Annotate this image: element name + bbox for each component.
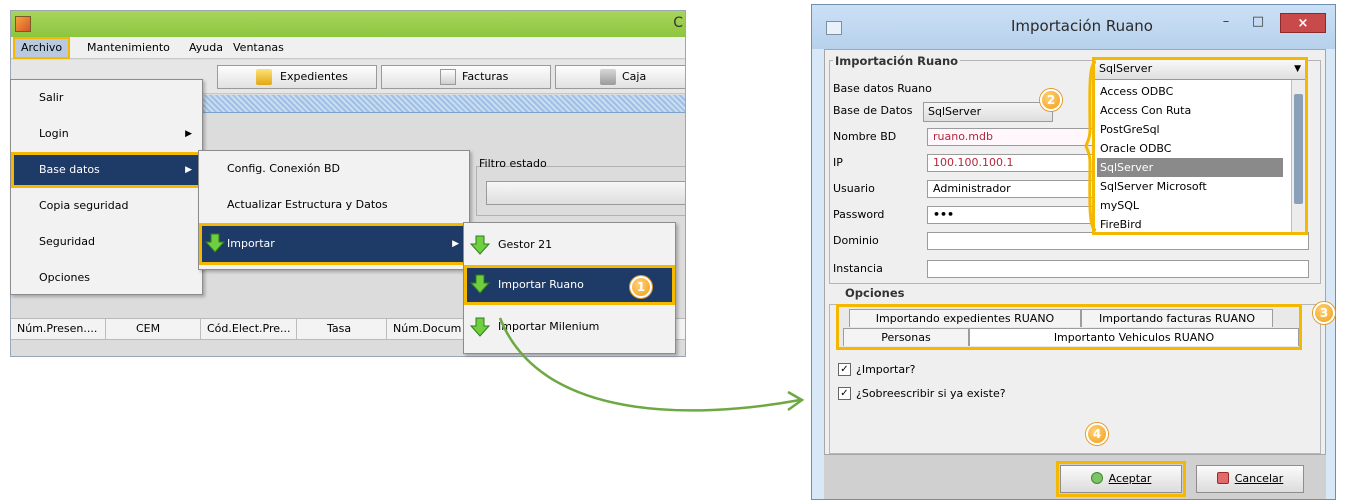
db-option[interactable]: Access Con Ruta: [1097, 101, 1283, 120]
instancia-input[interactable]: [927, 260, 1309, 278]
window-title: C: [673, 15, 683, 31]
submenu-arrow-icon: ▶: [452, 239, 459, 249]
chevron-down-icon: ▼: [1294, 64, 1301, 74]
password-input[interactable]: •••: [927, 206, 1097, 224]
menu-item-importar[interactable]: Importar ▶: [199, 223, 469, 265]
maximize-button[interactable]: □: [1244, 13, 1272, 33]
group-title: Importación Ruano: [833, 54, 961, 68]
instancia-label: Instancia: [833, 262, 883, 275]
archivo-menu: Salir Login ▶ Base datos ▶ Copia seguridad…: [10, 79, 203, 295]
base-de-datos-label: Base de Datos: [833, 104, 913, 117]
password-label: Password: [833, 208, 885, 221]
base-datos-ruano-label: Base datos Ruano: [833, 82, 932, 95]
menu-item-gestor21[interactable]: Gestor 21: [464, 227, 675, 263]
database-type-list: SqlServer ▼ Access ODBC Access Con Ruta P…: [1092, 57, 1308, 235]
menu-mantenimiento[interactable]: Mantenimiento: [81, 37, 176, 59]
download-arrow-icon: [205, 233, 225, 253]
download-arrow-icon: [470, 274, 490, 294]
col-num-presen[interactable]: Núm.Presen....: [11, 319, 106, 339]
import-tabs: Importando expedientes RUANO Importando …: [836, 304, 1302, 350]
sobreescribir-label: ¿Sobreescribir si ya existe?: [856, 387, 1006, 400]
menubar: Archivo Mantenimiento Ayuda Ventanas: [11, 37, 685, 59]
menu-item-config-conexion[interactable]: Config. Conexión BD: [199, 151, 469, 187]
menu-ventanas[interactable]: Ventanas: [227, 37, 290, 59]
filter-legend: Filtro estado: [479, 157, 547, 170]
db-option[interactable]: PostGreSql: [1097, 120, 1283, 139]
step-badge-3: 3: [1313, 302, 1335, 324]
opciones-label: Opciones: [845, 286, 905, 300]
menu-ayuda[interactable]: Ayuda: [183, 37, 229, 59]
base-de-datos-combo[interactable]: SqlServer: [923, 102, 1053, 122]
menu-item-base-datos[interactable]: Base datos ▶: [11, 152, 202, 188]
nombre-bd-label: Nombre BD: [833, 130, 897, 143]
base-datos-submenu: Config. Conexión BD Actualizar Estructur…: [198, 150, 470, 270]
db-option-selected[interactable]: SqlServer: [1097, 158, 1283, 177]
scrollbar-thumb[interactable]: [1294, 94, 1303, 204]
ip-label: IP: [833, 156, 843, 169]
database-type-combo[interactable]: SqlServer ▼: [1095, 60, 1305, 80]
submenu-arrow-icon: ▶: [185, 165, 192, 175]
minimize-button[interactable]: –: [1212, 13, 1240, 33]
sobreescribir-checkbox[interactable]: ✓: [838, 387, 851, 400]
app-icon: [15, 16, 31, 32]
folder-icon: [256, 69, 272, 85]
expedientes-button[interactable]: Expedientes: [217, 65, 377, 89]
cancel-icon: [1216, 472, 1229, 484]
step-badge-2: 2: [1040, 89, 1062, 111]
col-cod-elect[interactable]: Cód.Elect.Pre...: [201, 319, 297, 339]
filter-combo[interactable]: [486, 181, 685, 205]
nombre-bd-input[interactable]: ruano.mdb: [927, 128, 1097, 146]
window-titlebar: C: [11, 11, 685, 37]
menu-item-login[interactable]: Login ▶: [11, 116, 202, 152]
db-option[interactable]: SqlServer Microsoft: [1097, 177, 1283, 196]
menu-item-opciones[interactable]: Opciones: [11, 260, 202, 296]
document-icon: [440, 69, 456, 85]
cancelar-button[interactable]: Cancelar: [1196, 465, 1304, 493]
facturas-button[interactable]: Facturas: [381, 65, 551, 89]
dialog-title: Importación Ruano: [1011, 17, 1153, 35]
step-badge-4: 4: [1086, 423, 1108, 445]
download-arrow-icon: [470, 317, 490, 337]
db-option[interactable]: Oracle ODBC: [1097, 139, 1283, 158]
dialog-app-icon: [826, 21, 842, 35]
menu-item-salir[interactable]: Salir: [11, 80, 202, 116]
menu-item-actualizar-estructura[interactable]: Actualizar Estructura y Datos: [199, 187, 469, 223]
usuario-input[interactable]: Administrador: [927, 180, 1097, 198]
ip-input[interactable]: 100.100.100.1: [927, 154, 1097, 172]
caja-button[interactable]: Caja: [555, 65, 685, 89]
cash-register-icon: [600, 69, 616, 85]
download-arrow-icon: [470, 235, 490, 255]
menu-item-copia-seguridad[interactable]: Copia seguridad: [11, 188, 202, 224]
importar-label: ¿Importar?: [856, 363, 916, 376]
tab-importando-expedientes[interactable]: Importando expedientes RUANO: [849, 309, 1081, 327]
dominio-label: Dominio: [833, 234, 879, 247]
db-option[interactable]: mySQL: [1097, 196, 1283, 215]
db-option[interactable]: FireBird: [1097, 215, 1283, 234]
menu-item-importar-milenium[interactable]: Importar Milenium: [464, 309, 675, 345]
dialog-titlebar: Importación Ruano – □ ×: [812, 5, 1335, 49]
step-badge-1: 1: [630, 276, 652, 298]
aceptar-button[interactable]: Aceptar: [1056, 461, 1186, 497]
tab-personas[interactable]: Personas: [843, 328, 969, 346]
brace-icon: [1084, 60, 1097, 232]
col-tasa[interactable]: Tasa: [297, 319, 387, 339]
menu-archivo[interactable]: Archivo: [13, 37, 71, 59]
usuario-label: Usuario: [833, 182, 875, 195]
tab-importando-facturas[interactable]: Importando facturas RUANO: [1081, 309, 1273, 327]
list-scrollbar[interactable]: [1291, 80, 1305, 232]
menu-item-seguridad[interactable]: Seguridad: [11, 224, 202, 260]
dialog-footer: Aceptar Cancelar: [824, 455, 1326, 499]
importar-checkbox[interactable]: ✓: [838, 363, 851, 376]
tab-importando-vehiculos[interactable]: Importanto Vehiculos RUANO: [969, 328, 1299, 346]
db-option[interactable]: Access ODBC: [1097, 82, 1283, 101]
check-icon: [1090, 472, 1103, 484]
close-button[interactable]: ×: [1280, 13, 1326, 33]
submenu-arrow-icon: ▶: [185, 129, 192, 139]
col-cem[interactable]: CEM: [106, 319, 201, 339]
